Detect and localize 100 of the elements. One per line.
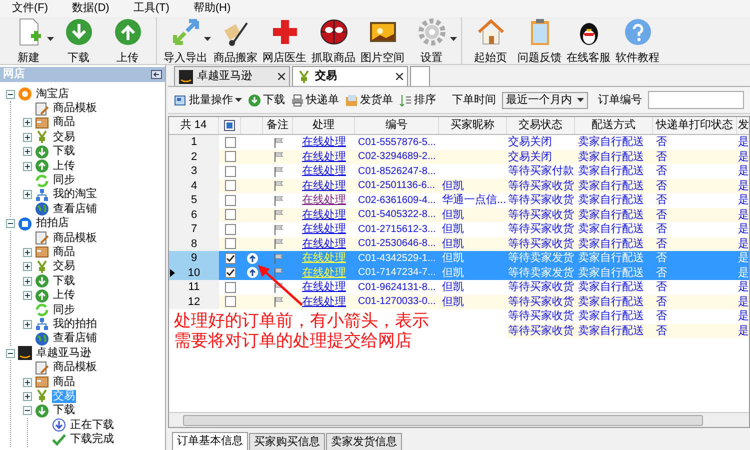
row-checkbox[interactable] (224, 282, 236, 293)
table-row[interactable]: 11 在线处理 C01-9624131-8... 但凯 等待买家收货 卖家自行配送 否 是 (169, 280, 749, 294)
tree-item[interactable]: 卓越亚马逊 (35, 346, 92, 360)
table-row[interactable]: 1 在线处理 C01-5557876-5... 交易关闭 卖家自行配送 否 是 (169, 135, 749, 150)
process-link[interactable]: 在线处理 (302, 180, 346, 192)
filter-button[interactable]: 排序 (399, 92, 436, 108)
selected-row[interactable]: 10 在线处理 C01-7147234-7... 但凯 等待卖家发货 卖家自行配送 否 是 (169, 266, 749, 280)
tree-item[interactable]: 商品模板 (52, 102, 98, 116)
toolbar-button[interactable]: 图片空间 (358, 17, 407, 66)
tab[interactable]: 卓越亚马逊 (174, 66, 290, 86)
tree-item[interactable]: 下载 (52, 404, 76, 418)
table-row[interactable]: 等待买家收货 卖家自行配送 否 是 (507, 309, 749, 324)
tree-item[interactable]: 商品 (52, 246, 76, 259)
column-header[interactable]: 共 14 (180, 117, 207, 134)
close-icon[interactable] (396, 73, 403, 80)
process-link[interactable]: 在线处理 (302, 238, 346, 250)
toolbar-button[interactable]: 问题反馈 (515, 17, 564, 66)
row-checkbox[interactable] (224, 136, 236, 148)
table-row[interactable]: 4 在线处理 C01-2501136-6... 但凯 等待买家收货 卖家自行配送 否 是 (169, 178, 749, 193)
process-link[interactable]: 在线处理 (302, 296, 346, 308)
toolbar-button[interactable]: 软件教程 (613, 17, 662, 66)
table-row[interactable]: 8 在线处理 C01-2530646-8... 但凯 等待买家收货 卖家自行配送 否 是 (169, 236, 749, 251)
row-checkbox[interactable] (224, 166, 236, 177)
tree-item[interactable]: 查看店铺 (52, 202, 98, 216)
row-checkbox[interactable] (224, 252, 236, 264)
tree-item[interactable]: 同步 (52, 174, 76, 188)
tab[interactable]: 订单基本信息 (172, 432, 248, 450)
order-number-field[interactable] (648, 91, 744, 109)
row-checkbox[interactable] (224, 238, 236, 250)
filter-button[interactable]: 发货单 (345, 92, 393, 108)
select-all-checkbox[interactable] (224, 120, 235, 131)
tree-item[interactable]: 同步 (52, 304, 76, 317)
expand-icon[interactable] (23, 320, 32, 329)
selected-row[interactable]: 9 在线处理 C01-4342529-1... 但凯 等待卖家发货 卖家自行配送 否 是 (169, 251, 749, 266)
expand-icon[interactable] (23, 291, 32, 300)
expand-icon[interactable] (23, 190, 32, 200)
row-checkbox[interactable] (224, 209, 236, 220)
table-row[interactable]: 12 在线处理 C01-1270033-0... 但凯 等待买家收货 卖家自行配送 否 是 (169, 294, 749, 309)
flag-icon[interactable] (272, 151, 284, 162)
menu-item[interactable]: 工具(T) (121, 0, 182, 17)
flag-icon[interactable] (272, 296, 284, 308)
table-row[interactable]: 2 在线处理 C02-3294689-2... 交易关闭 卖家自行配送 否 是 (169, 150, 749, 164)
column-header[interactable]: 快递单打印状态 (656, 117, 733, 134)
flag-icon[interactable] (272, 180, 284, 192)
expand-icon[interactable] (23, 162, 32, 171)
table-row[interactable]: 5 在线处理 C02-6361609-4... 华通一点信... 等待买家收货 卖家自行配送 否 是 (169, 193, 749, 208)
tree-item[interactable]: 淘宝店 (35, 88, 70, 101)
row-checkbox[interactable] (224, 180, 236, 192)
tab[interactable]: 买家购买信息 (249, 433, 325, 450)
column-header[interactable]: 发 (738, 117, 749, 134)
tree-item[interactable]: 拍拍店 (35, 217, 70, 230)
toolbar-button[interactable]: 在线客服 (564, 17, 613, 66)
row-checkbox[interactable] (224, 224, 236, 235)
tree-item[interactable]: 商品模板 (52, 232, 98, 245)
tree-item[interactable]: 商品 (52, 116, 76, 130)
column-header[interactable]: 编号 (386, 117, 408, 134)
column-header[interactable]: 备注 (266, 117, 288, 134)
collapse-icon[interactable] (6, 219, 15, 228)
process-link[interactable]: 在线处理 (302, 150, 346, 162)
horizontal-scrollbar[interactable] (169, 412, 749, 427)
toolbar-button[interactable]: 导入导出 (161, 17, 210, 66)
flag-icon[interactable] (272, 194, 284, 206)
row-checkbox[interactable] (224, 296, 236, 308)
table-row[interactable]: 7 在线处理 C01-2715612-3... 但凯 等待买家收货 卖家自行配送 否 是 (169, 222, 749, 236)
flag-icon[interactable] (272, 224, 284, 235)
tree-item[interactable]: 查看店铺 (52, 332, 98, 346)
tree-item[interactable]: 正在下载 (69, 418, 115, 432)
expand-icon[interactable] (23, 276, 32, 286)
row-checkbox[interactable] (224, 194, 236, 206)
tree-item[interactable]: 上传 (52, 160, 76, 173)
expand-icon[interactable] (23, 118, 32, 128)
expand-icon[interactable] (23, 132, 32, 142)
table-row[interactable]: 3 在线处理 C01-8526247-8... 等待买家付款 卖家自行配送 否 是 (169, 164, 749, 178)
flag-icon[interactable] (272, 166, 284, 177)
tree-item[interactable]: 我的拍拍 (52, 318, 98, 331)
process-link[interactable]: 在线处理 (302, 136, 346, 148)
column-header[interactable]: 买家昵称 (450, 117, 494, 134)
flag-icon[interactable] (272, 209, 284, 220)
expand-icon[interactable] (23, 147, 32, 156)
collapse-icon[interactable] (6, 90, 15, 99)
toolbar-button[interactable]: 设置 (407, 17, 456, 66)
tree-item[interactable]: 我的淘宝 (52, 188, 98, 202)
filter-button[interactable]: 批量操作 (174, 92, 242, 108)
collapse-icon[interactable] (6, 348, 15, 358)
flag-icon[interactable] (272, 267, 284, 278)
row-checkbox[interactable] (224, 267, 236, 278)
menu-item[interactable]: 文件(F) (0, 0, 60, 17)
process-link[interactable]: 在线处理 (302, 208, 346, 220)
table-row[interactable]: 6 在线处理 C01-5405322-8... 但凯 等待买家收货 卖家自行配送 否 是 (169, 208, 749, 222)
process-link[interactable]: 在线处理 (302, 281, 346, 293)
toolbar-button[interactable]: 商品搬家 (211, 17, 260, 66)
time-select[interactable]: 最近一个月内 (502, 92, 588, 108)
toolbar-button[interactable]: 抓取商品 (309, 17, 358, 66)
column-header[interactable]: 交易状态 (518, 117, 562, 134)
close-icon[interactable] (278, 73, 285, 80)
tree-item[interactable]: 商品 (52, 376, 76, 388)
tree-item[interactable]: 商品模板 (52, 361, 98, 374)
process-link[interactable]: 在线处理 (302, 194, 346, 206)
process-link[interactable]: 在线处理 (302, 165, 346, 177)
tree-item[interactable]: 下载 (52, 274, 76, 288)
